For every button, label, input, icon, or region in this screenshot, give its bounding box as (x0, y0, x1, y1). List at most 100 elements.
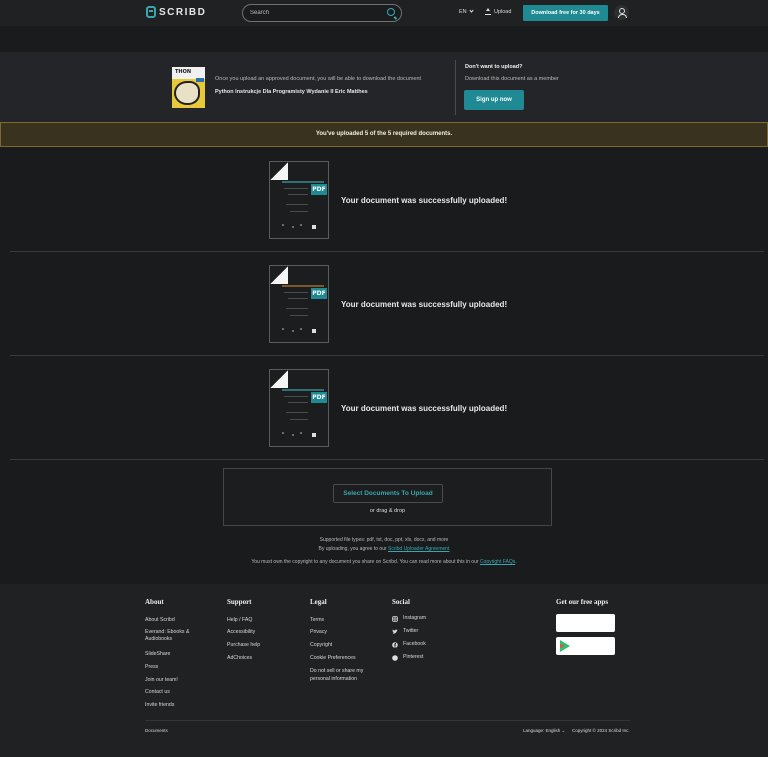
pdf-badge: PDF (311, 288, 327, 299)
upload-success-message: Your document was successfully uploaded! (341, 196, 508, 205)
upload-success-message: Your document was successfully uploaded! (341, 300, 508, 309)
upload-success-message: Your document was successfully uploaded! (341, 404, 508, 413)
site-footer: About About Scribd Everand: Ebooks & Aud… (0, 584, 768, 757)
upload-icon (485, 8, 491, 15)
upload-label: Upload (494, 8, 512, 15)
thumb-bar (282, 181, 324, 183)
thumb-line (284, 188, 308, 189)
facebook-icon (392, 642, 398, 648)
search-box[interactable] (242, 4, 402, 22)
footer-link[interactable]: personal information (310, 676, 357, 683)
footer-heading-legal: Legal (310, 598, 327, 606)
promo-divider (455, 60, 456, 115)
document-thumbnail: PDF (269, 161, 329, 239)
footer-link-pinterest[interactable]: Pinterest (403, 654, 423, 661)
drag-drop-label: or drag & drop (369, 508, 406, 514)
scribd-logo[interactable]: SCRIBD (146, 6, 206, 18)
copyright-notice: You must own the copyright to any docume… (0, 559, 768, 565)
footer-link[interactable]: Help / FAQ (227, 617, 252, 624)
footer-link[interactable]: Accessibility (227, 629, 255, 636)
document-thumbnail: PDF (269, 265, 329, 343)
instagram-icon (392, 616, 398, 622)
thumb-dot (292, 330, 294, 332)
footer-heading-about: About (145, 598, 164, 606)
upload-link[interactable]: Upload (485, 8, 511, 15)
thumb-line (288, 402, 308, 403)
footer-link[interactable]: Invite friends (145, 702, 174, 709)
upload-dropzone[interactable]: Select Documents To Upload or drag & dro… (223, 468, 552, 526)
search-icon[interactable] (387, 8, 395, 16)
top-nav: SCRIBD EN Upload Download free for 30 da… (0, 0, 768, 26)
footer-link-twitter[interactable]: Twitter (403, 628, 418, 635)
thumb-square (312, 225, 316, 229)
thumb-square (312, 329, 316, 333)
select-documents-button[interactable]: Select Documents To Upload (333, 484, 443, 503)
footer-heading-support: Support (227, 598, 252, 606)
footer-link[interactable]: Join our team! (145, 677, 178, 684)
page-fold (270, 266, 288, 284)
footer-divider (145, 720, 630, 721)
thumb-line (290, 315, 308, 316)
thumb-dot (292, 226, 294, 228)
user-account-icon[interactable] (614, 5, 629, 20)
uploader-agreement-line: By uploading, you agree to our Scribd Up… (0, 546, 768, 552)
footer-link[interactable]: AdChoices (227, 655, 252, 662)
thumb-line (284, 292, 308, 293)
footer-link[interactable]: Terms (310, 617, 324, 624)
footer-link[interactable]: Purchase help (227, 642, 260, 649)
footer-link[interactable]: Everand: Ebooks & (145, 629, 189, 636)
footer-link[interactable]: About Scribd (145, 617, 175, 624)
footer-link-instagram[interactable]: Instagram (403, 615, 426, 622)
footer-link[interactable]: Audiobooks (145, 636, 172, 643)
logo-text: SCRIBD (159, 6, 207, 18)
thumb-bar (282, 285, 324, 287)
download-promo-panel: THON (0, 52, 768, 122)
uploader-agreement-link[interactable]: Scribd Uploader Agreement (388, 546, 449, 552)
copyright-faqs-link[interactable]: Copyright FAQs (480, 559, 515, 565)
thumb-dot (292, 434, 294, 436)
chevron-down-icon (469, 8, 474, 13)
search-input[interactable] (250, 7, 380, 19)
copyright-prefix: You must own the copyright to any docume… (251, 559, 479, 565)
sign-up-button[interactable]: Sign up now (464, 90, 524, 110)
pinterest-icon (392, 655, 398, 661)
thumb-dot (282, 328, 284, 330)
footer-documents-link[interactable]: Documents (145, 728, 168, 733)
footer-language-selector[interactable]: Language: English ⌄ (523, 728, 565, 734)
uploaded-document-row: PDF Your document was successfully uploa… (10, 252, 764, 356)
download-free-button[interactable]: Download free for 30 days (523, 5, 608, 21)
no-upload-title: Don't want to upload? (465, 64, 523, 70)
pdf-badge: PDF (311, 184, 327, 195)
google-play-badge[interactable] (556, 637, 615, 655)
cover-tag (196, 78, 204, 82)
footer-link-facebook[interactable]: Facebook (403, 641, 426, 648)
footer-link[interactable]: Contact us (145, 689, 170, 696)
footer-link[interactable]: Press (145, 664, 158, 671)
page-fold (270, 370, 288, 388)
thumb-dot (282, 432, 284, 434)
language-selector[interactable]: EN (459, 8, 474, 15)
thumb-bar (282, 389, 324, 391)
thumb-square (312, 433, 316, 437)
document-cover: THON (172, 67, 205, 108)
document-thumbnail: PDF (269, 369, 329, 447)
footer-heading-social: Social (392, 598, 410, 606)
thumb-dot (282, 224, 284, 226)
footer-link[interactable]: SlideShare (145, 651, 170, 658)
thumb-dot (300, 328, 302, 330)
footer-link[interactable]: Copyright (310, 642, 332, 649)
footer-heading-apps: Get our free apps (556, 598, 609, 606)
footer-link[interactable]: Privacy (310, 629, 327, 636)
footer-link[interactable]: Do not sell or share my (310, 668, 363, 675)
copyright-suffix: . (515, 559, 517, 565)
footer-language-label: Language: English (523, 728, 561, 733)
footer-link[interactable]: Cookie Preferences (310, 655, 356, 662)
document-title[interactable]: Python Instrukcje Dla Programisty Wydani… (215, 89, 368, 95)
agreement-prefix: By uploading, you agree to our (318, 546, 387, 552)
app-store-badge[interactable] (556, 614, 615, 632)
thumb-line (284, 396, 308, 397)
page-fold (270, 162, 288, 180)
thumb-dot (300, 224, 302, 226)
cover-illustration (174, 81, 200, 105)
chevron-down-icon: ⌄ (561, 728, 566, 733)
